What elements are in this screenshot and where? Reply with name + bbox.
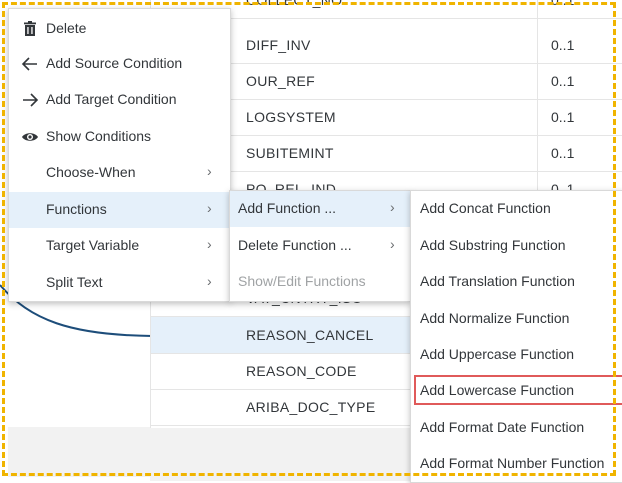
field-name: COLLECT_NO — [246, 0, 343, 8]
chevron-right-icon: › — [390, 236, 395, 252]
menu-item-label: Choose-When — [46, 164, 136, 180]
menu-item-add-lowercase-function[interactable]: Add Lowercase Function — [411, 373, 622, 409]
trash-icon — [24, 21, 36, 36]
menu-item-add-target-condition[interactable]: Add Target Condition — [9, 82, 230, 118]
chevron-right-icon: › — [207, 163, 212, 179]
chevron-right-icon: › — [207, 200, 212, 216]
menu-item-add-normalize-function[interactable]: Add Normalize Function — [411, 301, 622, 337]
menu-item-label: Add Format Number Function — [420, 455, 605, 471]
menu-item-label: Target Variable — [46, 237, 140, 253]
menu-item-show-edit-functions: Show/Edit Functions — [230, 264, 410, 300]
menu-item-label: Add Lowercase Function — [420, 382, 575, 398]
menu-item-add-uppercase-function[interactable]: Add Uppercase Function — [411, 337, 622, 373]
arrow-left-icon — [21, 57, 37, 71]
menu-item-target-variable[interactable]: Target Variable › — [9, 228, 230, 264]
chevron-right-icon: › — [390, 199, 395, 215]
menu-item-label: Functions — [46, 201, 107, 217]
menu-item-functions[interactable]: Functions › — [9, 192, 230, 228]
field-cardinality: 0..1 — [551, 73, 575, 89]
menu-item-add-translation-function[interactable]: Add Translation Function — [411, 264, 622, 300]
field-name: REASON_CODE — [246, 363, 357, 379]
menu-item-add-function[interactable]: Add Function ... › — [230, 191, 410, 227]
field-name: SUBITEMINT — [246, 145, 334, 161]
field-name: DIFF_INV — [246, 37, 311, 53]
menu-item-label: Add Uppercase Function — [420, 346, 575, 362]
menu-item-add-concat-function[interactable]: Add Concat Function — [411, 191, 622, 227]
menu-item-add-format-number-function[interactable]: Add Format Number Function — [411, 446, 622, 482]
menu-item-label: Add Substring Function — [420, 237, 566, 253]
arrow-right-icon — [23, 93, 39, 107]
menu-item-add-format-date-function[interactable]: Add Format Date Function — [411, 410, 622, 446]
menu-item-split-text[interactable]: Split Text › — [9, 265, 230, 301]
menu-item-label: Split Text — [46, 274, 103, 290]
menu-item-show-conditions[interactable]: Show Conditions — [9, 119, 230, 155]
context-menu: Delete Add Source Condition Add Target C… — [8, 8, 231, 302]
menu-item-label: Add Function ... — [238, 200, 337, 216]
canvas-footer — [8, 427, 150, 477]
field-name: OUR_REF — [246, 73, 315, 89]
menu-item-add-source-condition[interactable]: Add Source Condition — [9, 46, 230, 82]
add-function-submenu: Add Concat Function Add Substring Functi… — [410, 190, 622, 483]
menu-item-add-substring-function[interactable]: Add Substring Function — [411, 228, 622, 264]
menu-item-label: Add Translation Function — [420, 273, 575, 289]
eye-icon — [22, 133, 38, 141]
menu-item-label: Delete Function ... — [238, 237, 352, 253]
field-name: ARIBA_DOC_TYPE — [246, 399, 376, 415]
menu-item-delete-function[interactable]: Delete Function ... › — [230, 228, 410, 264]
field-name: LOGSYSTEM — [246, 109, 336, 125]
field-cardinality: 0..1 — [551, 109, 575, 125]
menu-item-delete[interactable]: Delete — [9, 11, 230, 47]
field-name: REASON_CANCEL — [246, 327, 374, 343]
menu-item-label: Add Concat Function — [420, 200, 551, 216]
menu-item-label: Show/Edit Functions — [238, 273, 366, 289]
field-cardinality: 0..1 — [551, 37, 575, 53]
menu-item-label: Add Normalize Function — [420, 310, 570, 326]
menu-item-choose-when[interactable]: Choose-When › — [9, 155, 230, 191]
menu-item-label: Delete — [46, 20, 87, 36]
functions-submenu: Add Function ... › Delete Function ... ›… — [229, 190, 411, 302]
menu-item-label: Add Format Date Function — [420, 419, 585, 435]
chevron-right-icon: › — [207, 273, 212, 289]
field-cardinality: 0..1 — [551, 0, 575, 8]
menu-item-label: Add Source Condition — [46, 55, 183, 71]
menu-item-label: Show Conditions — [46, 128, 152, 144]
field-cardinality: 0..1 — [551, 145, 575, 161]
menu-item-label: Add Target Condition — [46, 91, 177, 107]
chevron-right-icon: › — [207, 236, 212, 252]
